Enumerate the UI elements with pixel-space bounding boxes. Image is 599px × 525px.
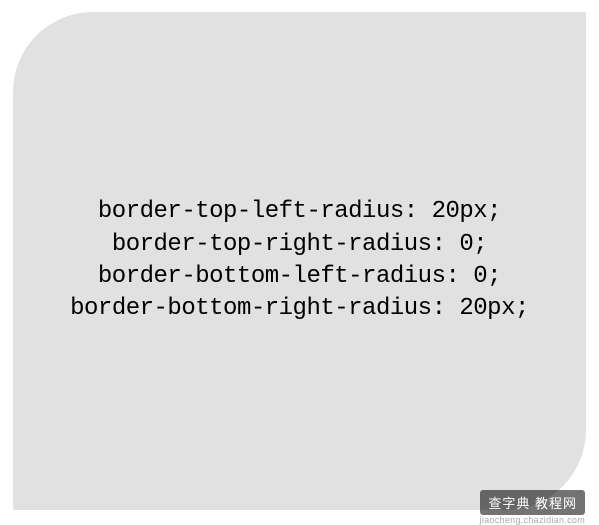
watermark-badge: 查字典 教程网 — [480, 490, 585, 515]
code-line-4: border-bottom-right-radius: 20px; — [70, 293, 529, 325]
css-code-block: border-top-left-radius: 20px; border-top… — [70, 196, 529, 326]
code-line-1: border-top-left-radius: 20px; — [70, 196, 529, 228]
watermark-url: jiaocheng.chazidian.com — [480, 515, 585, 525]
code-line-3: border-bottom-left-radius: 0; — [70, 261, 529, 293]
code-line-2: border-top-right-radius: 0; — [70, 229, 529, 261]
border-radius-demo-box: border-top-left-radius: 20px; border-top… — [13, 12, 586, 510]
